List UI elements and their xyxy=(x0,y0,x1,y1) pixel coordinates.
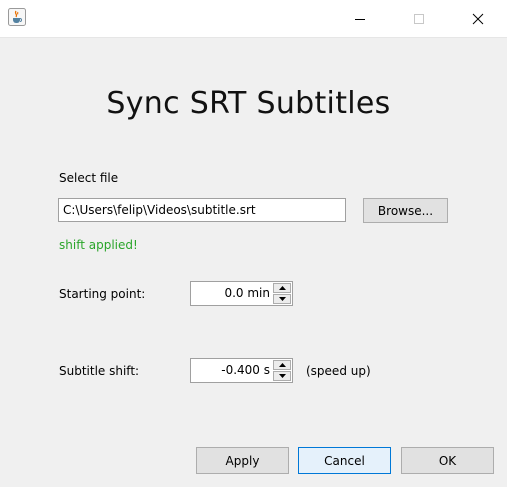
subtitle-shift-increment-button[interactable] xyxy=(273,360,291,370)
subtitle-shift-spinner[interactable]: -0.400 s xyxy=(190,358,293,383)
starting-point-spinner[interactable]: 0.0 min xyxy=(190,281,293,306)
minimize-icon xyxy=(355,18,365,20)
page-title: Sync SRT Subtitles xyxy=(106,86,391,121)
arrow-up-icon xyxy=(278,286,286,290)
title-bar[interactable] xyxy=(0,0,507,38)
java-coffee-cup-icon[interactable] xyxy=(8,8,26,26)
apply-button[interactable]: Apply xyxy=(196,447,289,474)
status-message: shift applied! xyxy=(59,238,138,252)
arrow-down-icon xyxy=(278,374,286,378)
cancel-button[interactable]: Cancel xyxy=(298,447,391,474)
sync-srt-window: Sync SRT Subtitles Select file C:\Users\… xyxy=(0,0,507,487)
arrow-up-icon xyxy=(278,363,286,367)
starting-point-label: Starting point: xyxy=(59,287,146,301)
minimize-button[interactable] xyxy=(337,0,383,37)
arrow-down-icon xyxy=(278,297,286,301)
speed-note: (speed up) xyxy=(306,364,371,378)
subtitle-shift-arrows xyxy=(273,360,291,381)
ok-button[interactable]: OK xyxy=(401,447,494,474)
subtitle-shift-value[interactable]: -0.400 s xyxy=(193,359,270,382)
close-icon xyxy=(472,13,484,24)
select-file-label: Select file xyxy=(59,171,119,185)
starting-point-value[interactable]: 0.0 min xyxy=(193,282,270,305)
starting-point-decrement-button[interactable] xyxy=(273,294,291,304)
browse-button[interactable]: Browse... xyxy=(363,198,448,223)
starting-point-increment-button[interactable] xyxy=(273,283,291,293)
maximize-icon xyxy=(414,13,424,24)
subtitle-shift-label: Subtitle shift: xyxy=(59,364,140,378)
close-button[interactable] xyxy=(455,0,501,37)
subtitle-shift-decrement-button[interactable] xyxy=(273,371,291,381)
file-path-input[interactable]: C:\Users\felip\Videos\subtitle.srt xyxy=(58,198,346,222)
maximize-button[interactable] xyxy=(396,0,442,37)
starting-point-arrows xyxy=(273,283,291,304)
